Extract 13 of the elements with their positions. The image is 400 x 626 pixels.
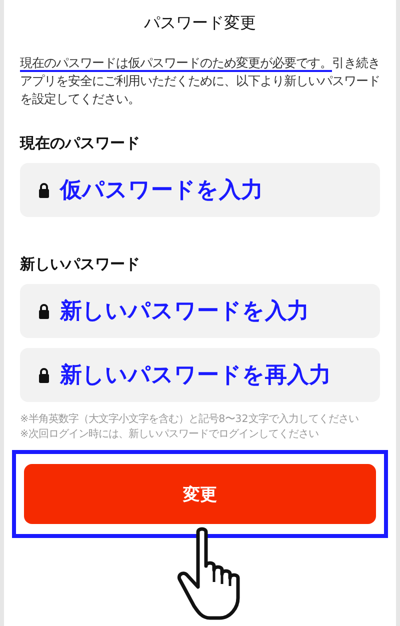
section-label: 現在のパスワード (20, 134, 140, 153)
lock-icon (38, 303, 50, 319)
hint-text: ※半角英数字（大文字小文字を含む）と記号8〜32文字で入力してください (20, 412, 360, 427)
password-field[interactable]: 新しいパスワードを入力 (20, 284, 380, 338)
section-label: 新しいパスワード (20, 255, 140, 274)
password-field[interactable]: 仮パスワードを入力 (20, 163, 380, 217)
description-text: 現在のパスワードは仮パスワードのため変更が必要です。引き続きアプリを安全にご利用いただくために、以下より新しいパスワードを設定してください。 (20, 55, 381, 108)
change-button[interactable]: 変更 (24, 464, 376, 524)
lock-icon (38, 182, 50, 198)
lock-icon (38, 367, 50, 383)
page-title: パスワード変更 (143, 12, 257, 34)
hint-text: ※次回ログイン時には、新しいパスワードでログインしてください (20, 427, 320, 442)
password-field[interactable]: 新しいパスワードを再入力 (20, 348, 380, 402)
